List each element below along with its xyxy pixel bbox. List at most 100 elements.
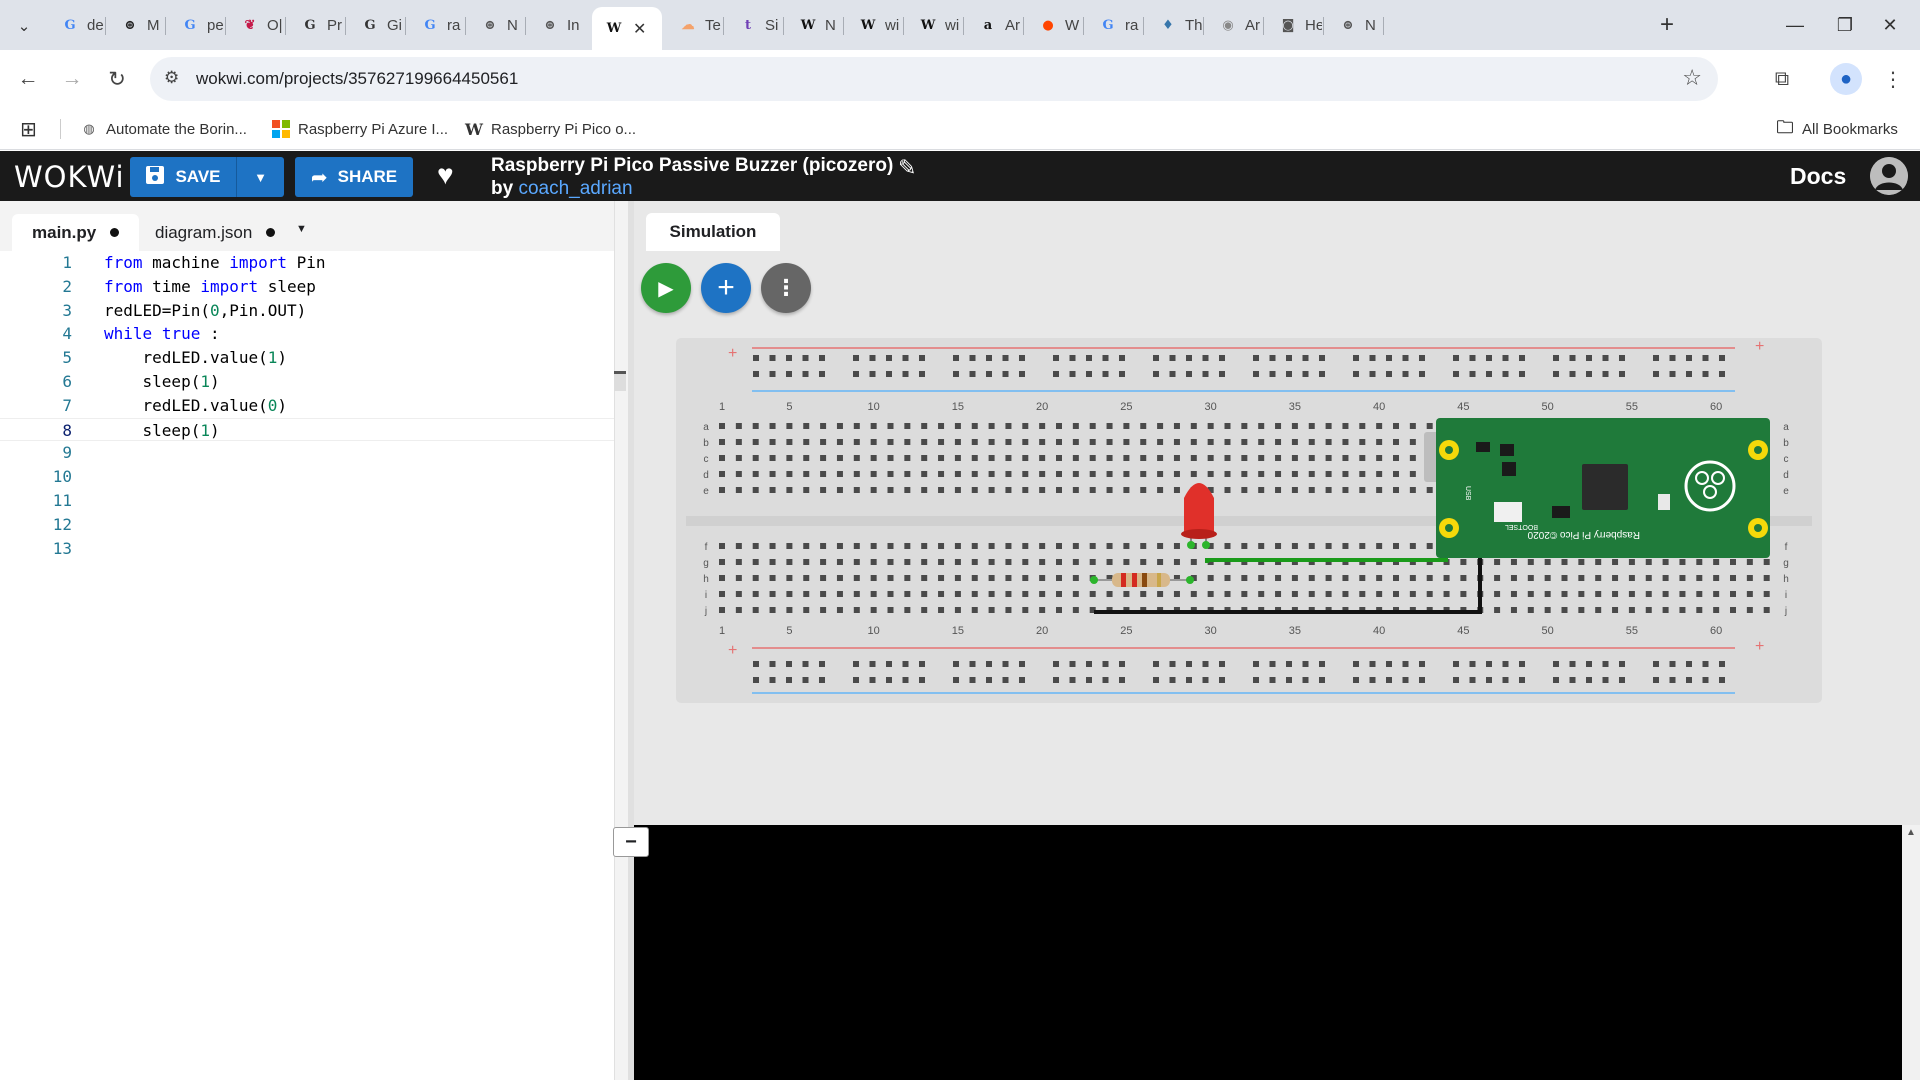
minimize-button[interactable]: — [1775, 10, 1815, 40]
edit-pencil-icon[interactable]: ✎ [898, 155, 916, 181]
url-text[interactable]: wokwi.com/projects/357627199664450561 [196, 69, 518, 89]
bootsel-button[interactable] [1494, 502, 1522, 522]
new-tab-button[interactable]: + [1652, 10, 1682, 40]
browser-tab[interactable]: ⊛ N [1326, 8, 1382, 42]
browser-tab[interactable]: ♦ Th [1146, 8, 1202, 42]
breadboard-hole [803, 423, 810, 429]
browser-tab[interactable]: Gde [48, 8, 104, 42]
tab-diagram-json[interactable]: diagram.json [135, 214, 295, 251]
tab-main-py[interactable]: main.py [12, 214, 140, 251]
code-text[interactable]: sleep(1) [104, 370, 220, 394]
folder-icon: 🗀 [1776, 117, 1794, 137]
profile-icon[interactable]: ● [1830, 63, 1862, 95]
browser-tab[interactable]: WN [786, 8, 842, 42]
scrollbar-thumb[interactable] [614, 371, 626, 391]
browser-tab[interactable]: Gra [1086, 8, 1142, 42]
code-text[interactable]: while true : [104, 322, 220, 346]
tab-title: de [87, 16, 104, 34]
wokwi-logo[interactable]: WOKWi [14, 160, 125, 194]
code-line[interactable]: 1 from machine import Pin [0, 251, 628, 275]
code-line[interactable]: 13 [0, 537, 628, 561]
code-line[interactable]: 12 [0, 513, 628, 537]
rail-hole [1553, 355, 1559, 361]
scroll-up-arrow-icon[interactable]: ▲ [1906, 827, 1916, 838]
apps-grid-icon[interactable]: ⊞ [20, 116, 37, 142]
code-text[interactable]: sleep(1) [104, 419, 220, 443]
code-line[interactable]: 11 [0, 489, 628, 513]
docs-link[interactable]: Docs [1790, 163, 1846, 190]
breadboard-hole [1679, 591, 1686, 597]
browser-tab[interactable]: Gpe [168, 8, 224, 42]
code-line[interactable]: 5 redLED.value(1) [0, 346, 628, 370]
code-line[interactable]: 8 sleep(1) [0, 417, 628, 443]
breadboard[interactable]: + ++ +115510101515202025253030353540404545… [676, 338, 1822, 703]
tab-search-chevron-icon[interactable]: ⌄ [10, 12, 38, 40]
all-bookmarks[interactable]: 🗀 All Bookmarks [1776, 116, 1898, 142]
close-window-button[interactable]: ✕ [1870, 10, 1910, 40]
code-area[interactable]: 1 from machine import Pin 2 from time impor… [0, 251, 628, 560]
start-simulation-button[interactable]: ▶ [641, 263, 691, 313]
save-dropdown-chevron-icon[interactable]: ▼ [236, 157, 284, 197]
breadboard-hole [870, 607, 877, 613]
heart-icon[interactable]: ♥ [437, 159, 454, 191]
code-line[interactable]: 2 from time import sleep [0, 275, 628, 299]
code-text[interactable]: redLED.value(0) [104, 394, 288, 418]
rail-hole [1719, 355, 1725, 361]
breadboard-hole [938, 607, 945, 613]
bookmark-star-icon[interactable]: ☆ [1682, 65, 1702, 91]
more-options-button[interactable]: ⋮ [761, 263, 811, 313]
browser-tab[interactable]: Wwi [846, 8, 902, 42]
bookmark-azure[interactable]: Raspberry Pi Azure I... [272, 116, 448, 142]
code-text[interactable]: redLED.value(1) [104, 346, 288, 370]
site-info-icon[interactable]: ⚙ [164, 68, 179, 88]
browser-tab[interactable]: ⊛ M [108, 8, 164, 42]
code-line[interactable]: 7 redLED.value(0) [0, 394, 628, 418]
back-arrow-icon[interactable]: ← [12, 63, 44, 95]
raspberry-pi-pico[interactable]: Raspberry Pi Pico ©2020 BOOTSEL USB [1424, 418, 1770, 558]
author-link[interactable]: coach_adrian [518, 178, 632, 199]
browser-tab[interactable]: ◉ Ar [1206, 8, 1262, 42]
tabs-menu-caret-icon[interactable]: ▼ [296, 223, 307, 235]
forward-arrow-icon[interactable]: → [56, 63, 88, 95]
code-line[interactable]: 10 [0, 465, 628, 489]
bookmark-automate[interactable]: ◍ Automate the Borin... [80, 116, 247, 142]
menu-kebab-icon[interactable]: ⋮ [1877, 63, 1909, 95]
breadboard-hole [786, 591, 793, 597]
browser-tab[interactable]: Wwi [906, 8, 962, 42]
browser-tab[interactable]: G Gi [348, 8, 404, 42]
code-text[interactable]: from machine import Pin [104, 251, 326, 275]
address-bar[interactable]: ⚙ wokwi.com/projects/357627199664450561 … [150, 57, 1718, 101]
save-button[interactable]: SAVE [130, 157, 236, 197]
browser-tab[interactable]: ☁ Te [666, 8, 722, 42]
code-line[interactable]: 6 sleep(1) [0, 370, 628, 394]
browser-tab[interactable]: Gra [408, 8, 464, 42]
user-avatar-icon[interactable] [1870, 157, 1908, 195]
browser-tab[interactable]: ⊛ N [468, 8, 524, 42]
share-button[interactable]: ➦ SHARE [295, 157, 413, 197]
browser-tab[interactable]: ⊛ In [528, 8, 584, 42]
bookmark-pico[interactable]: W Raspberry Pi Pico o... [465, 116, 636, 142]
editor-scrollbar[interactable] [614, 201, 628, 1080]
browser-tab[interactable]: t Si [726, 8, 782, 42]
browser-tab[interactable]: ❦ O| [228, 8, 284, 42]
reload-icon[interactable]: ↻ [101, 63, 133, 95]
tab-simulation[interactable]: Simulation [646, 213, 780, 251]
code-line[interactable]: 4 while true : [0, 322, 628, 346]
code-line[interactable]: 9 [0, 441, 628, 465]
extensions-icon[interactable]: ⧉ [1766, 63, 1798, 95]
browser-tab[interactable]: ● W [1026, 8, 1082, 42]
collapse-editor-button[interactable]: − [613, 827, 649, 857]
rail-hole [853, 661, 859, 667]
serial-scrollbar[interactable]: ▲ [1902, 825, 1920, 1080]
browser-tab[interactable]: W ✕ [592, 7, 662, 50]
restore-button[interactable]: ❐ [1825, 10, 1865, 40]
browser-tab[interactable]: ◙ He [1266, 8, 1322, 42]
code-line[interactable]: 3 redLED=Pin(0,Pin.OUT) [0, 299, 628, 323]
close-tab-icon[interactable]: ✕ [633, 19, 646, 39]
code-text[interactable]: redLED=Pin(0,Pin.OUT) [104, 299, 306, 323]
browser-tab[interactable]: G Pr [288, 8, 344, 42]
serial-monitor[interactable] [634, 825, 1902, 1080]
code-text[interactable]: from time import sleep [104, 275, 316, 299]
browser-tab[interactable]: a Ar [966, 8, 1022, 42]
add-part-button[interactable]: + [701, 263, 751, 313]
